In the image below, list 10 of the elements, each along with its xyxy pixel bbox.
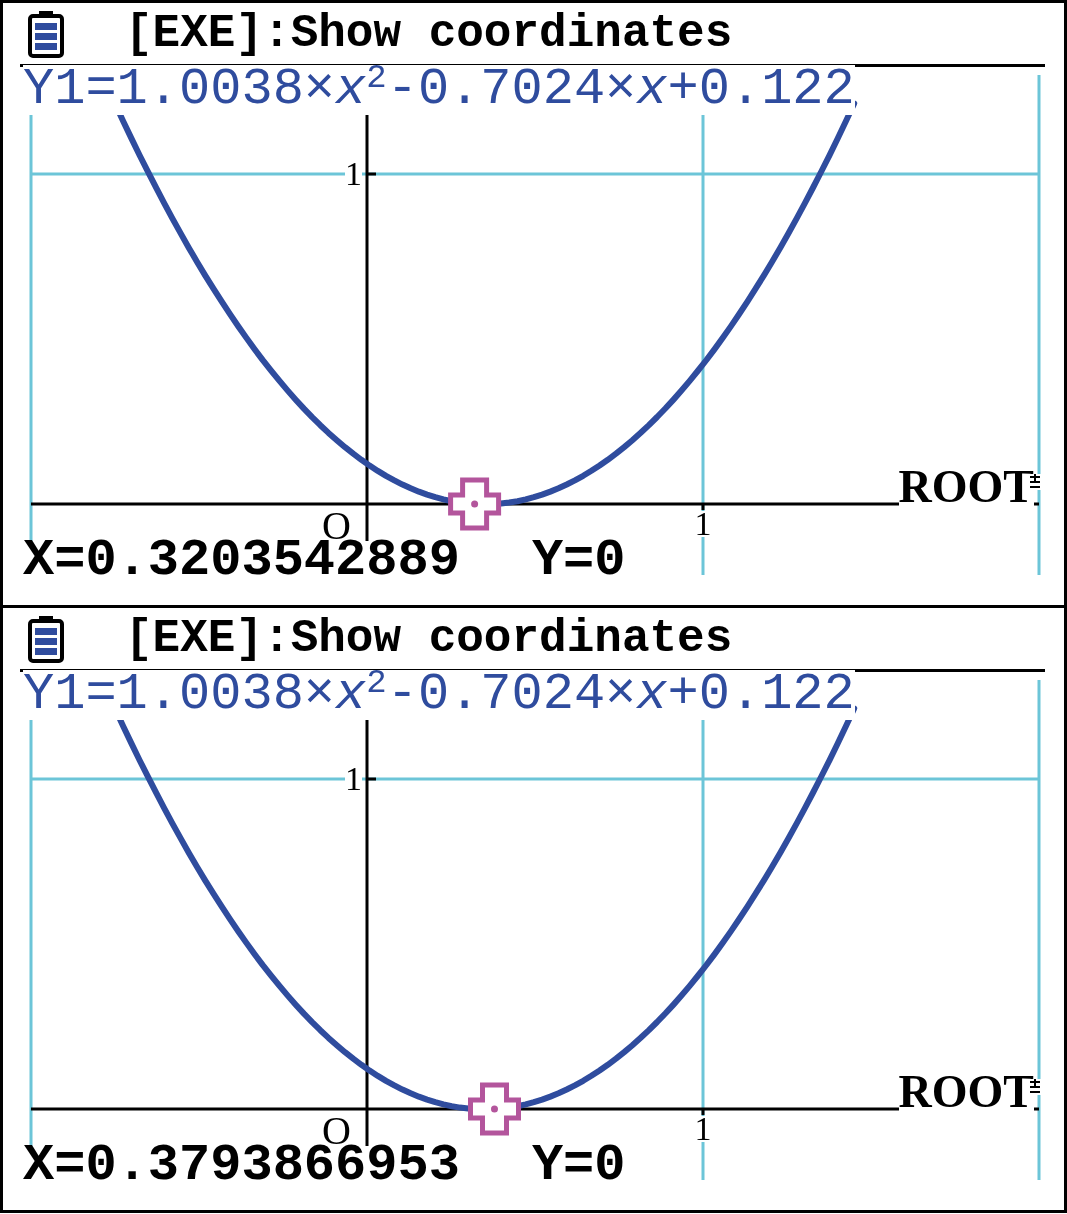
function-label: Y1=1.0038×x$^{2}$-0.7024×x+0.122 (23, 65, 855, 115)
axis-tick-label: 1 (694, 1116, 712, 1143)
battery-icon (28, 614, 64, 663)
axis-tick-label: 1 (345, 161, 362, 187)
battery-icon (28, 9, 64, 58)
function-label: Y1=1.0038×x$^{2}$-0.7024×x+0.122 (23, 670, 855, 720)
prompt-text: [EXE]:Show coordinates (125, 8, 733, 59)
axis-tick-label: 1 (345, 766, 362, 792)
axis-tick-label: 1 (694, 511, 712, 538)
prompt-text: [EXE]:Show coordinates (125, 613, 733, 664)
